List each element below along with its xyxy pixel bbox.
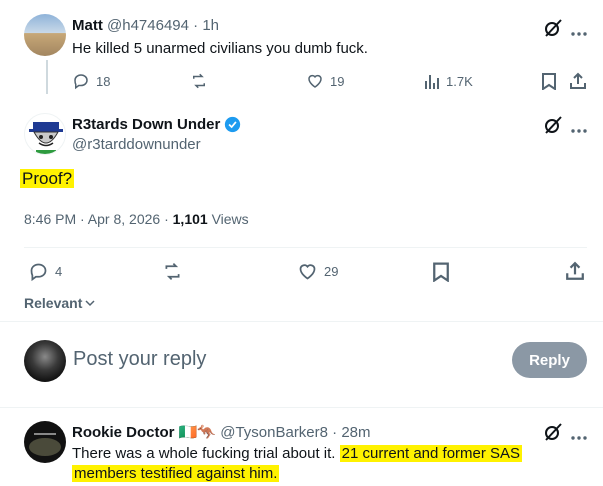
tweet-header: Rookie Doctor 🇮🇪🦘 @TysonBarker8 · 28m	[72, 424, 371, 441]
avatar-self	[24, 340, 66, 382]
avatar-rookie-doctor[interactable]	[24, 421, 66, 463]
author-handle[interactable]: @r3tarddownunder	[72, 136, 201, 153]
reply-count: 4	[55, 264, 63, 279]
tweet-text: Proof?	[20, 169, 75, 189]
reply-icon	[30, 263, 47, 282]
bookmark-icon[interactable]	[432, 261, 450, 287]
author-handle[interactable]: @TysonBarker8	[220, 424, 328, 441]
thread-line	[46, 60, 48, 94]
like-button[interactable]: 29	[297, 261, 338, 282]
tweet-timestamp: 8:46 PM · Apr 8, 2026 · 1,101 Views	[24, 211, 249, 227]
avatar-r3tards[interactable]	[24, 113, 66, 155]
grok-icon[interactable]	[543, 115, 563, 140]
share-icon[interactable]	[569, 72, 587, 95]
tweet-header: R3tards Down Under	[72, 116, 241, 133]
like-icon	[299, 264, 316, 280]
like-icon	[308, 74, 322, 88]
author-name[interactable]: R3tards Down Under	[72, 116, 220, 133]
tweet-time[interactable]: 8:46 PM · Apr 8, 2026 ·	[24, 211, 173, 227]
reply-button[interactable]: 18	[72, 72, 110, 90]
highlighted-text: 21 current and former SAS	[339, 445, 523, 462]
highlighted-text: Proof?	[20, 169, 75, 188]
author-name[interactable]: Matt	[72, 17, 103, 34]
reply-submit-button[interactable]: Reply	[512, 342, 587, 378]
tweet-time[interactable]: 28m	[341, 424, 370, 441]
tweet-header: Matt @h4746494 · 1h	[72, 17, 219, 34]
retweet-button[interactable]	[190, 72, 208, 90]
avatar-matt[interactable]	[24, 14, 66, 56]
retweet-icon	[165, 263, 180, 280]
tweet-time[interactable]: 1h	[202, 17, 219, 34]
views-icon	[425, 75, 439, 89]
views-label: Views	[207, 211, 249, 227]
divider	[24, 247, 587, 248]
chevron-down-icon	[85, 300, 95, 307]
author-handle[interactable]: @h4746494	[107, 17, 189, 34]
share-icon[interactable]	[565, 261, 585, 286]
author-name[interactable]: Rookie Doctor	[72, 424, 175, 441]
reply-icon	[74, 74, 88, 90]
like-button[interactable]: 19	[306, 72, 344, 90]
grok-icon[interactable]	[543, 18, 563, 43]
verified-icon	[225, 116, 241, 133]
bookmark-icon[interactable]	[541, 72, 557, 95]
divider	[0, 321, 603, 322]
more-icon[interactable]	[570, 24, 588, 42]
reply-button[interactable]: 4	[28, 261, 62, 282]
views-count: 1,101	[172, 211, 208, 227]
highlighted-text: members testified against him.	[72, 465, 280, 482]
divider	[0, 407, 603, 408]
like-count: 29	[324, 264, 339, 279]
tweet-text-plain: There was a whole fucking trial about it…	[72, 445, 340, 462]
reply-input[interactable]: Post your reply	[73, 348, 206, 371]
author-flags: 🇮🇪🦘	[178, 424, 217, 441]
more-icon[interactable]	[570, 428, 588, 446]
views-button[interactable]: 1.7K	[424, 72, 473, 90]
tweet-text: He killed 5 unarmed civilians you dumb f…	[72, 40, 368, 57]
reply-count: 18	[96, 73, 111, 89]
relevant-label: Relevant	[24, 295, 83, 311]
relevant-dropdown[interactable]: Relevant	[24, 295, 96, 311]
retweet-button[interactable]	[162, 261, 183, 282]
like-count: 19	[330, 73, 345, 89]
tweet-text: There was a whole fucking trial about it…	[72, 444, 572, 484]
views-count: 1.7K	[446, 73, 473, 89]
more-icon[interactable]	[570, 121, 588, 139]
retweet-icon	[193, 73, 205, 89]
